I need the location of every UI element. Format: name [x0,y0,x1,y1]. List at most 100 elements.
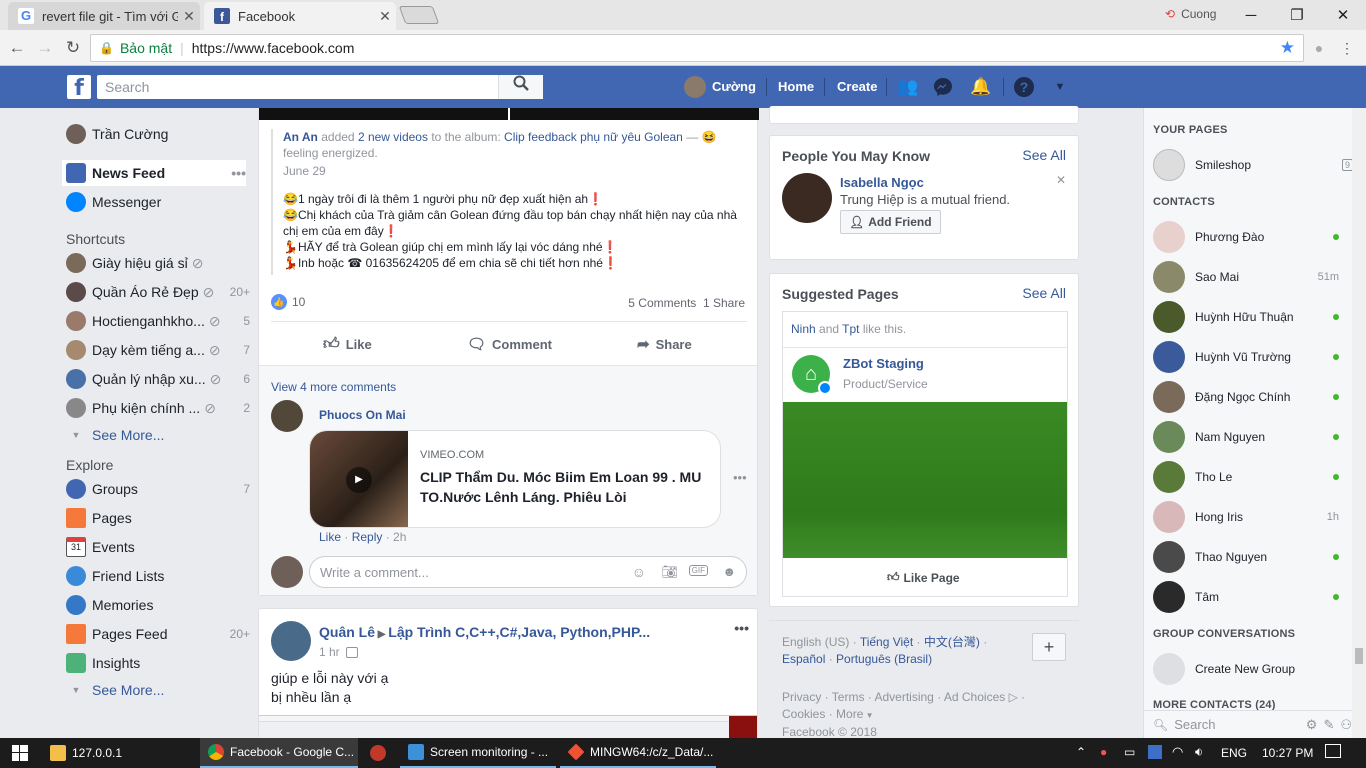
screenshot-image[interactable] [259,715,757,740]
add-language-button[interactable]: + [1032,633,1066,661]
reactions-summary[interactable]: 👍 10 [271,294,305,310]
sidebar-item-insights[interactable]: Insights [66,650,250,676]
language-link[interactable]: Português (Brasil) [836,652,932,666]
friend-requests-icon[interactable]: 👥 [897,77,918,97]
post-date[interactable]: June 29 [283,163,751,179]
friend-link[interactable]: Tpt [842,322,859,336]
gear-icon[interactable]: ⚙ [1306,717,1318,733]
shortcut-item[interactable]: Hoctienganhkho... ⊘ 5 [66,308,250,334]
share-button[interactable]: ➦ Share [637,335,692,353]
shares-count-link[interactable]: 1 Share [703,296,745,310]
play-icon[interactable]: ▶ [346,467,372,493]
address-bar[interactable]: 🔒 Bảo mật | https://www.facebook.com ★ [90,34,1304,62]
emoji-icon[interactable]: ☺ [632,564,646,580]
privacy-link[interactable]: Privacy [782,690,821,704]
view-more-comments-link[interactable]: View 4 more comments [271,380,396,394]
tray-app-icon[interactable] [1148,745,1162,759]
browser-tab-facebook[interactable]: f Facebook ✕ [204,2,396,30]
new-tab-button[interactable] [398,6,440,24]
profile-link[interactable]: Trần Cường [66,121,250,147]
reload-icon[interactable]: ↻ [62,37,84,59]
tray-app-icon[interactable]: ● [1100,745,1107,759]
contact-item[interactable]: Sao Mai 51m [1153,257,1339,297]
advertising-link[interactable]: Advertising [874,690,933,704]
account-menu-chevron-down-icon[interactable]: ▼ [1050,77,1070,97]
scrollbar-thumb[interactable] [1355,648,1363,664]
avatar[interactable] [782,173,832,223]
sidebar-item-memories[interactable]: Memories [66,592,250,618]
see-more-shortcuts[interactable]: ▼ See More... [66,422,250,448]
close-icon[interactable]: ✕ [178,8,200,25]
group-icon[interactable]: ⚇ [1340,717,1352,733]
chat-search-input[interactable]: 🔍︎ Search ⚙ ✎ ⚇ [1144,710,1352,738]
see-all-link[interactable]: See All [1022,285,1066,301]
terms-link[interactable]: Terms [832,690,865,704]
contact-item[interactable]: Tâm [1153,577,1339,617]
comment-options-icon[interactable]: ••• [733,470,747,485]
close-window-button[interactable]: ✕ [1320,0,1366,30]
friend-link[interactable]: Ninh [791,322,816,336]
home-link[interactable]: Home [778,79,814,94]
menu-icon[interactable]: ⋮ [1336,37,1358,59]
taskbar-item[interactable] [362,738,398,768]
sidebar-item-pages-feed[interactable]: Pages Feed 20+ [66,621,250,647]
page-name[interactable]: ZBot Staging [843,356,924,371]
comment-reply-link[interactable]: Reply [352,530,383,544]
page-item[interactable]: Smileshop 9 [1153,145,1353,185]
page-cover-image[interactable] [783,402,1067,558]
browser-tab-google[interactable]: G revert file git - Tìm với Go ✕ [8,2,200,30]
notifications-icon[interactable] [1325,744,1341,758]
comment-like-link[interactable]: Like [319,530,341,544]
language-link[interactable]: Tiếng Việt [860,635,913,649]
commenter-name[interactable]: Phuocs On Mai [319,408,406,422]
sidebar-item-friend-lists[interactable]: Friend Lists [66,563,250,589]
more-options-icon[interactable]: ••• [231,165,246,181]
videos-link[interactable]: 2 new videos [358,130,428,144]
sidebar-item-pages[interactable]: Pages [66,505,250,531]
comment-time[interactable]: 2h [393,530,406,544]
ad-choices-link[interactable]: Ad Choices [944,690,1005,704]
author-link[interactable]: Quân Lê [319,624,375,640]
language-link[interactable]: 中文(台灣) [924,635,980,649]
forward-icon[interactable]: → [34,37,56,59]
comment-input[interactable]: Write a comment... ☺ 📷︎ GIF ☻ [309,556,747,588]
sidebar-item-groups[interactable]: Groups 7 [66,476,250,502]
taskbar-item[interactable]: 127.0.0.1 [42,738,196,768]
contact-item[interactable]: Hong Iris 1h [1153,497,1339,537]
like-button[interactable]: 👍︎ Like [323,335,372,354]
see-all-link[interactable]: See All [1022,147,1066,163]
comments-count-link[interactable]: 5 Comments [628,296,696,310]
back-icon[interactable]: ← [6,37,28,59]
see-more-explore[interactable]: ▼ See More... [66,677,250,703]
post-options-icon[interactable]: ••• [734,620,749,636]
taskbar-item[interactable]: MINGW64:/c/z_Data/... [560,738,716,768]
person-name[interactable]: Isabella Ngọc [840,175,924,190]
volume-icon[interactable]: 🔉︎ [1195,744,1203,760]
scrollbar[interactable] [1352,108,1366,738]
clock[interactable]: 10:27 PM [1262,746,1313,760]
contact-item[interactable]: Huỳnh Hữu Thuận [1153,297,1339,337]
maximize-button[interactable]: ❐ [1274,0,1320,30]
sidebar-item-news-feed[interactable]: News Feed ••• [62,160,246,186]
cookies-link[interactable]: Cookies [782,707,825,721]
profile-link[interactable]: Cường [712,79,756,94]
contact-item[interactable]: Thao Nguyen [1153,537,1339,577]
help-icon[interactable]: ? [1014,77,1034,97]
contact-item[interactable]: Đặng Ngọc Chính [1153,377,1339,417]
like-page-button[interactable]: 👍︎ Like Page [887,570,960,585]
taskbar-item[interactable]: Screen monitoring - ... [400,738,556,768]
bookmark-star-icon[interactable]: ★ [1280,38,1295,58]
more-link[interactable]: More [836,707,863,721]
extension-icon[interactable]: ● [1308,37,1330,59]
gif-icon[interactable]: GIF [688,565,708,576]
sidebar-item-messenger[interactable]: Messenger [66,189,250,215]
post-time[interactable]: 1 hr [319,645,358,659]
group-link[interactable]: Lập Trình C,C++,C#,Java, Python,PHP... [388,624,650,640]
language-indicator[interactable]: ENG [1221,746,1247,760]
contact-item[interactable]: Huỳnh Vũ Trường [1153,337,1339,377]
profile-button[interactable]: ⟲ Cuong [1165,7,1216,21]
show-hidden-icons-icon[interactable]: ⌃ [1076,745,1086,759]
search-input[interactable]: Search [97,75,543,99]
album-link[interactable]: Clip feedback phụ nữ yêu Golean [504,130,683,144]
notifications-bell-icon[interactable]: 🔔 [970,77,991,97]
